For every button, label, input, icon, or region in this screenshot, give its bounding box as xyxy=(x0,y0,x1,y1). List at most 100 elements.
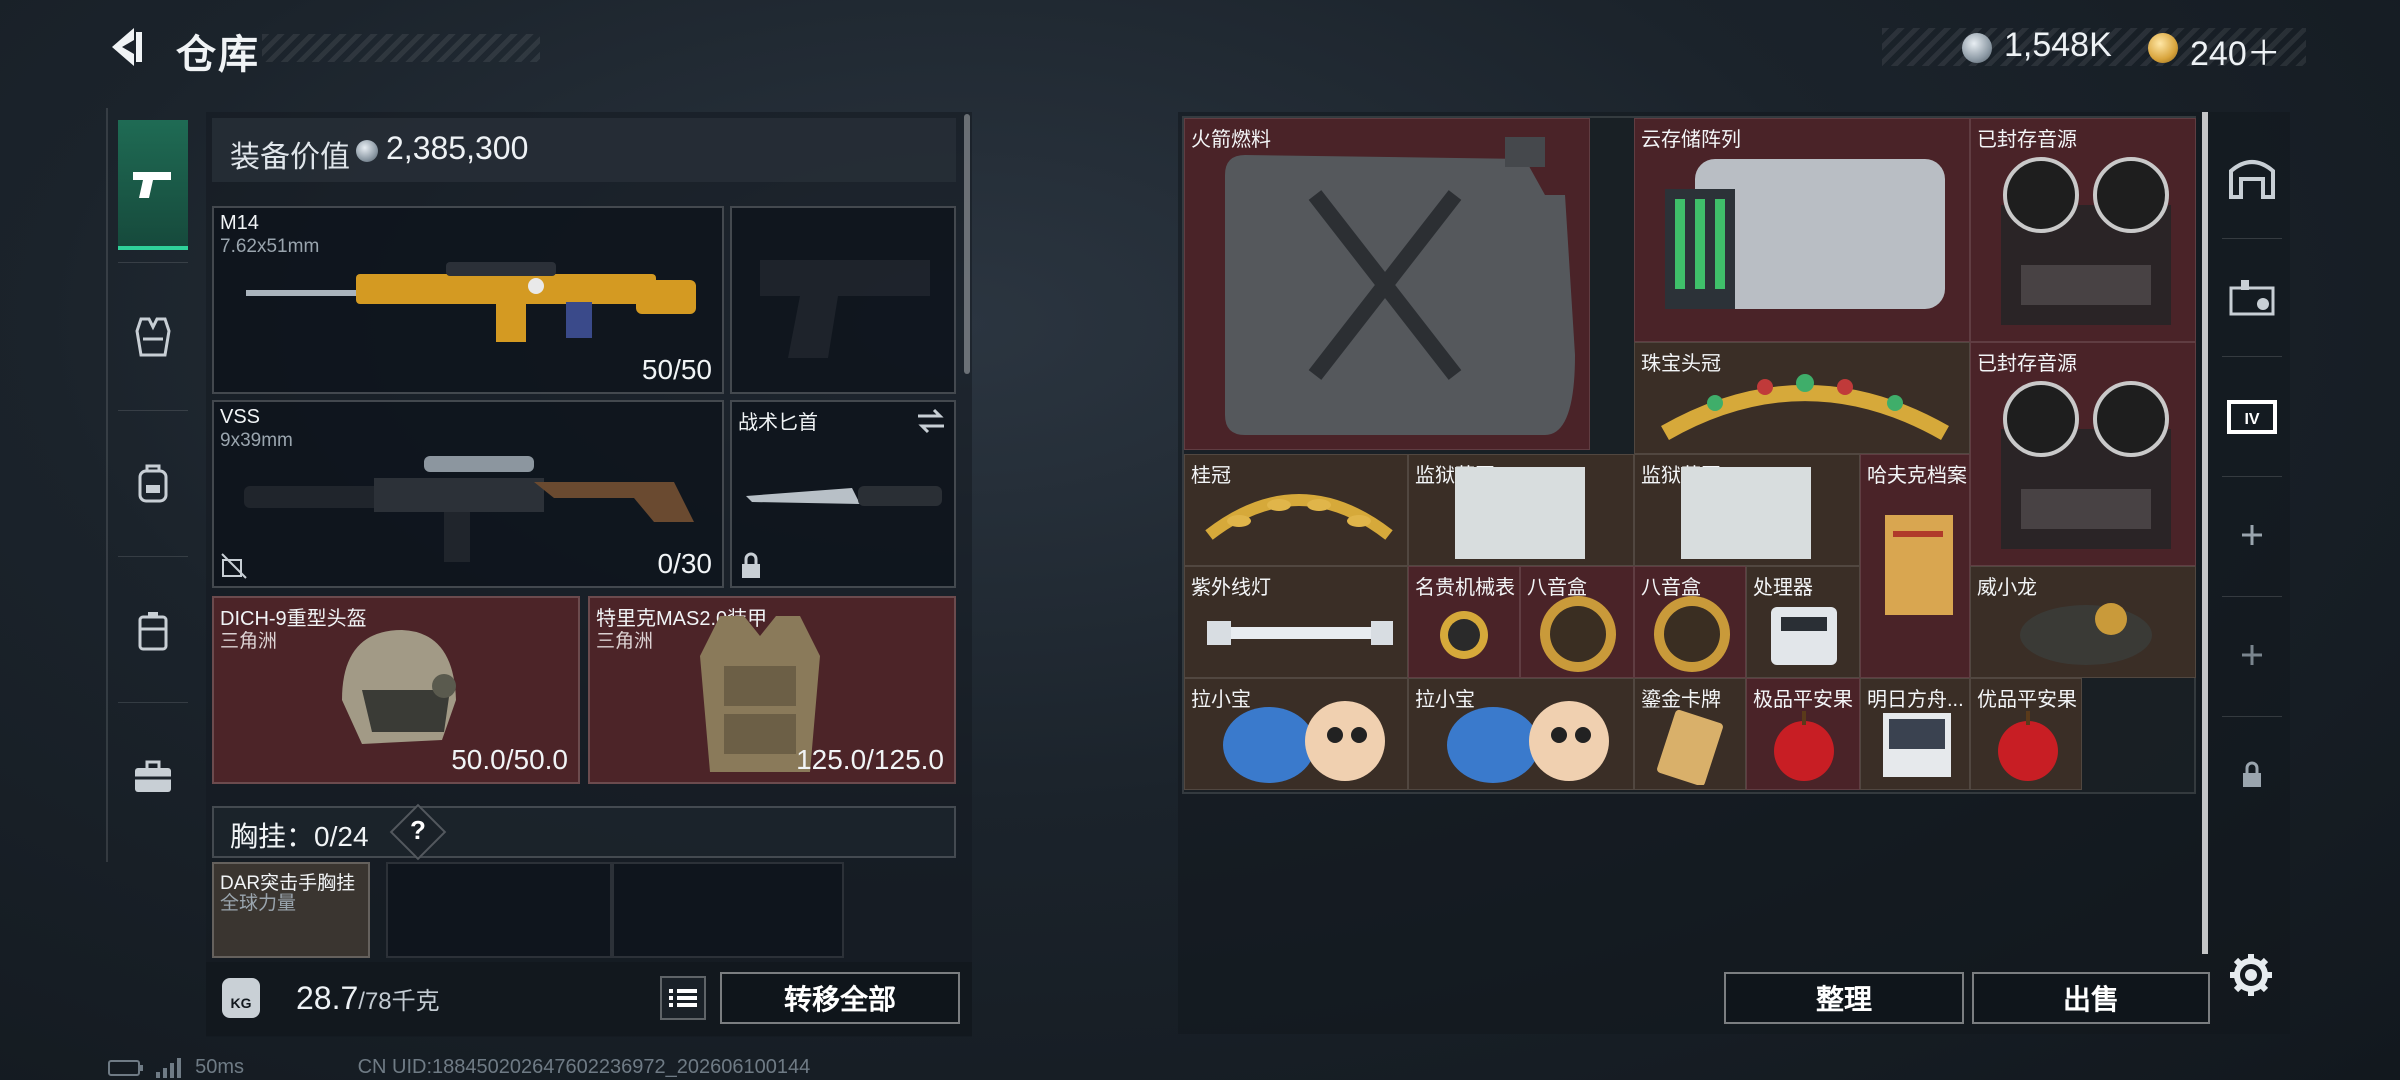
red-apple-image xyxy=(1998,711,2058,781)
silver-currency: 1,548K xyxy=(2004,26,2112,64)
server-image xyxy=(1665,159,1945,309)
fuel-can-image xyxy=(1225,137,1575,435)
item-name: 处理器 xyxy=(1753,577,1813,599)
document-folder-image xyxy=(1885,515,1953,615)
vest-icon xyxy=(135,317,171,357)
lock-icon xyxy=(742,552,760,578)
tab-backpack[interactable] xyxy=(118,418,188,548)
stash-item-processor[interactable]: 处理器 xyxy=(1746,566,1860,678)
item-name: 紫外线灯 xyxy=(1191,577,1271,599)
helmet-image xyxy=(342,630,456,744)
armor-durability: 125.0/125.0 xyxy=(796,744,944,775)
stash-ticket-icon: IV xyxy=(2227,400,2277,434)
organize-button[interactable]: 整理 xyxy=(1724,972,1964,1024)
vault-icon xyxy=(2229,160,2275,199)
rifle-image xyxy=(246,262,696,342)
stash-item-premium-apple[interactable]: 极品平安果 xyxy=(1746,678,1860,790)
stash-item-arknights[interactable]: 明日方舟... xyxy=(1860,678,1970,790)
stash-item-laurel[interactable]: 桂冠 xyxy=(1184,454,1408,566)
stash-item-music-box[interactable]: 八音盒 xyxy=(1634,566,1746,678)
weapon-ammo: 0/30 xyxy=(657,548,713,579)
item-name: 鎏金卡牌 xyxy=(1641,689,1721,711)
locked-stash-tab[interactable] xyxy=(2220,716,2284,834)
back-arrow-icon[interactable] xyxy=(104,24,148,70)
stash-item-sealed-audio[interactable]: 已封存音源 xyxy=(1970,118,2196,342)
helmet-origin: 三角洲 xyxy=(220,631,278,652)
stash-item-jewel-crown[interactable]: 珠宝头冠 xyxy=(1634,342,1970,454)
plush-toy-image xyxy=(1447,701,1609,783)
pocket-slot-empty[interactable] xyxy=(386,862,612,958)
pocket-slot-empty[interactable] xyxy=(612,862,844,958)
helmet-slot[interactable]: DICH-9重型头盔 三角洲 50.0/50.0 xyxy=(212,596,580,784)
melee-name: 战术匕首 xyxy=(738,412,818,434)
lock-icon xyxy=(2243,761,2261,787)
stash-tab-1[interactable] xyxy=(2220,118,2284,236)
stash-item-prison-blueprint[interactable]: 监狱蓝图1 xyxy=(1408,454,1634,566)
rail-divider xyxy=(118,702,188,703)
stash-scrollbar[interactable] xyxy=(2202,112,2208,954)
blueprint-image xyxy=(1455,467,1585,559)
laurel-wreath-image xyxy=(1205,494,1393,540)
page-title: 仓库 xyxy=(176,33,260,77)
tab-armor[interactable] xyxy=(118,272,188,402)
chest-rig-icon xyxy=(138,612,168,651)
processor-image xyxy=(1771,607,1837,665)
list-icon xyxy=(669,989,697,1007)
stash-item-prison-blueprint[interactable]: 监狱蓝图1 xyxy=(1634,454,1860,566)
stash-item-uv-lamp[interactable]: 紫外线灯 xyxy=(1184,566,1408,678)
plush-toy-image xyxy=(1223,701,1385,783)
tiara-image xyxy=(1661,374,1949,440)
settings-gear-icon[interactable] xyxy=(2228,952,2274,998)
tape-recorder-image xyxy=(2001,381,2171,549)
gold-coin-icon xyxy=(2148,33,2178,63)
chest-rig-slot[interactable]: DAR突击手胸挂 全球力量 xyxy=(212,862,370,958)
help-icon[interactable]: ? xyxy=(408,815,428,846)
item-name: 哈夫克档案 xyxy=(1867,465,1967,487)
tab-case[interactable] xyxy=(118,712,188,842)
silver-coin-icon xyxy=(1962,33,1992,63)
watch-image xyxy=(1440,611,1488,659)
stash-item-luxury-watch[interactable]: 名贵机械表 xyxy=(1408,566,1520,678)
stash-item-haavk-file[interactable]: 哈夫克档案 xyxy=(1860,454,1970,678)
equipment-scrollbar[interactable] xyxy=(964,114,970,374)
list-view-button[interactable] xyxy=(660,976,706,1020)
ping: 50ms xyxy=(195,1056,245,1078)
stash-item-sealed-audio[interactable]: 已封存音源 xyxy=(1970,342,2196,566)
pistol-silhouette-icon xyxy=(760,260,930,358)
melee-slot[interactable]: 战术匕首 xyxy=(730,400,956,588)
gold-currency[interactable]: 240＋ xyxy=(2190,26,2281,75)
stash-item-music-box[interactable]: 八音盒 xyxy=(1520,566,1634,678)
stash-item-gilded-card[interactable]: 鎏金卡牌 xyxy=(1634,678,1746,790)
item-name: 明日方舟... xyxy=(1867,689,1964,711)
status-line: 50ms CN UID:18845020264760223697​2_20260… xyxy=(108,1056,810,1079)
equipment-value: 2,385,300 xyxy=(386,130,529,166)
sell-button[interactable]: 出售 xyxy=(1972,972,2210,1024)
transfer-all-button[interactable]: 转移全部 xyxy=(720,972,960,1024)
battery-icon xyxy=(108,1059,143,1076)
armor-slot[interactable]: 特里克MAS2.0装甲 三角洲 125.0/125.0 xyxy=(588,596,956,784)
stash-item-rocket-fuel[interactable]: 火箭燃料 xyxy=(1184,118,1590,450)
knife-image xyxy=(746,486,942,506)
primary-weapon-slot[interactable]: M14 7.62x51mm 50/50 xyxy=(212,206,724,394)
stash-item-la-xiaobao[interactable]: 拉小宝 xyxy=(1408,678,1634,790)
silver-coin-icon xyxy=(356,140,378,162)
blueprint-image xyxy=(1681,467,1811,559)
stash-item-la-xiaobao[interactable]: 拉小宝 xyxy=(1184,678,1408,790)
stash-tab-2[interactable] xyxy=(2220,238,2284,356)
add-stash-tab[interactable] xyxy=(2220,476,2284,594)
secondary-weapon-slot[interactable]: VSS 9x39mm 0/30 xyxy=(212,400,724,588)
chest-rig-count: 0/24 xyxy=(314,821,369,852)
stash-tab-3-active[interactable]: IV xyxy=(2220,356,2284,474)
stash-item-wei-xiaolong[interactable]: 威小龙 xyxy=(1970,566,2196,678)
chest-rig-label: 胸挂：0/24 xyxy=(230,821,369,852)
tab-chest-rig[interactable] xyxy=(118,566,188,696)
chest-rig-origin: 全球力量 xyxy=(220,893,297,914)
stash-item-cloud-storage[interactable]: 云存储阵列 xyxy=(1634,118,1970,342)
stash-item-quality-apple[interactable]: 优品平安果 xyxy=(1970,678,2082,790)
tab-weapons[interactable] xyxy=(118,120,188,250)
container-icon xyxy=(2229,280,2275,316)
swap-icon[interactable] xyxy=(916,408,946,434)
pistol-slot-empty[interactable] xyxy=(730,206,956,394)
tape-recorder-image xyxy=(2001,157,2171,325)
add-stash-tab[interactable] xyxy=(2220,596,2284,714)
